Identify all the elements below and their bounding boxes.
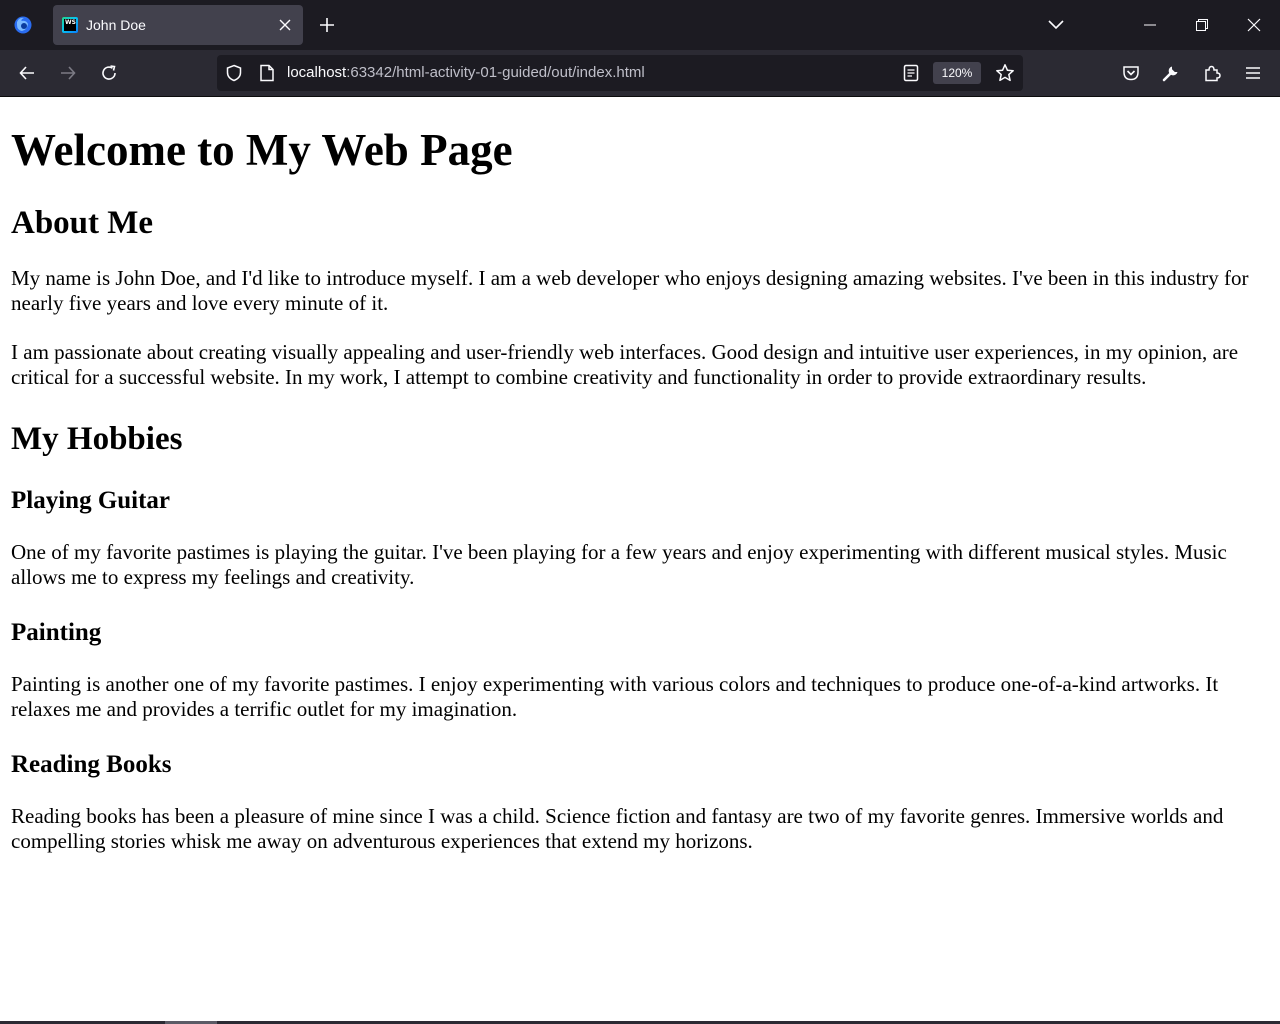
url-host: localhost [287,64,347,81]
extensions-puzzle-icon[interactable] [1198,59,1226,87]
page-title: Welcome to My Web Page [11,125,513,175]
favicon-text: WS [64,19,76,31]
pocket-icon[interactable] [1117,59,1145,87]
firefox-view-icon[interactable] [10,12,36,38]
tracking-protection-shield-icon[interactable] [225,64,243,82]
page-info-icon[interactable] [259,64,275,82]
webstorm-favicon-icon: WS [62,17,78,33]
minimize-window-icon[interactable] [1137,12,1163,38]
hobbies-heading: My Hobbies [11,421,183,457]
about-me-heading: About Me [11,205,154,241]
about-paragraph-2: I am passionate about creating visually … [11,340,1239,389]
hobby-heading-guitar: Playing Guitar [11,487,171,514]
page-content: Welcome to My Web Page About Me My name … [11,96,1269,854]
hobby-text-painting: Painting is another one of my favorite p… [11,672,1219,721]
wrench-tools-icon[interactable] [1157,59,1185,87]
reader-view-icon[interactable] [903,64,919,82]
hobby-text-reading: Reading books has been a pleasure of min… [11,804,1224,853]
url-text[interactable]: localhost:63342/html-activity-01-guided/… [287,55,645,91]
restore-window-icon[interactable] [1189,12,1215,38]
active-tab[interactable]: WS John Doe [53,5,303,45]
close-tab-icon[interactable] [273,13,297,37]
tab-strip: WS John Doe [0,0,1280,50]
forward-arrow-icon[interactable] [54,59,82,87]
hobby-heading-painting: Painting [11,619,102,646]
hamburger-menu-icon[interactable] [1239,59,1267,87]
chevron-down-icon[interactable] [1043,12,1069,38]
address-bar[interactable]: localhost:63342/html-activity-01-guided/… [217,55,1023,91]
close-window-icon[interactable] [1241,12,1267,38]
navigation-toolbar: localhost:63342/html-activity-01-guided/… [0,50,1280,97]
url-path: :63342/html-activity-01-guided/out/index… [346,64,645,81]
tab-title: John Doe [86,17,146,33]
new-tab-plus-icon[interactable] [314,12,340,38]
hobby-heading-reading: Reading Books [11,751,172,778]
bookmark-star-icon[interactable] [995,63,1015,83]
about-paragraph-1: My name is John Doe, and I'd like to int… [11,266,1249,315]
back-arrow-icon[interactable] [13,59,41,87]
reload-icon[interactable] [95,59,123,87]
zoom-level-badge[interactable]: 120% [933,62,981,84]
hobby-text-guitar: One of my favorite pastimes is playing t… [11,540,1227,589]
